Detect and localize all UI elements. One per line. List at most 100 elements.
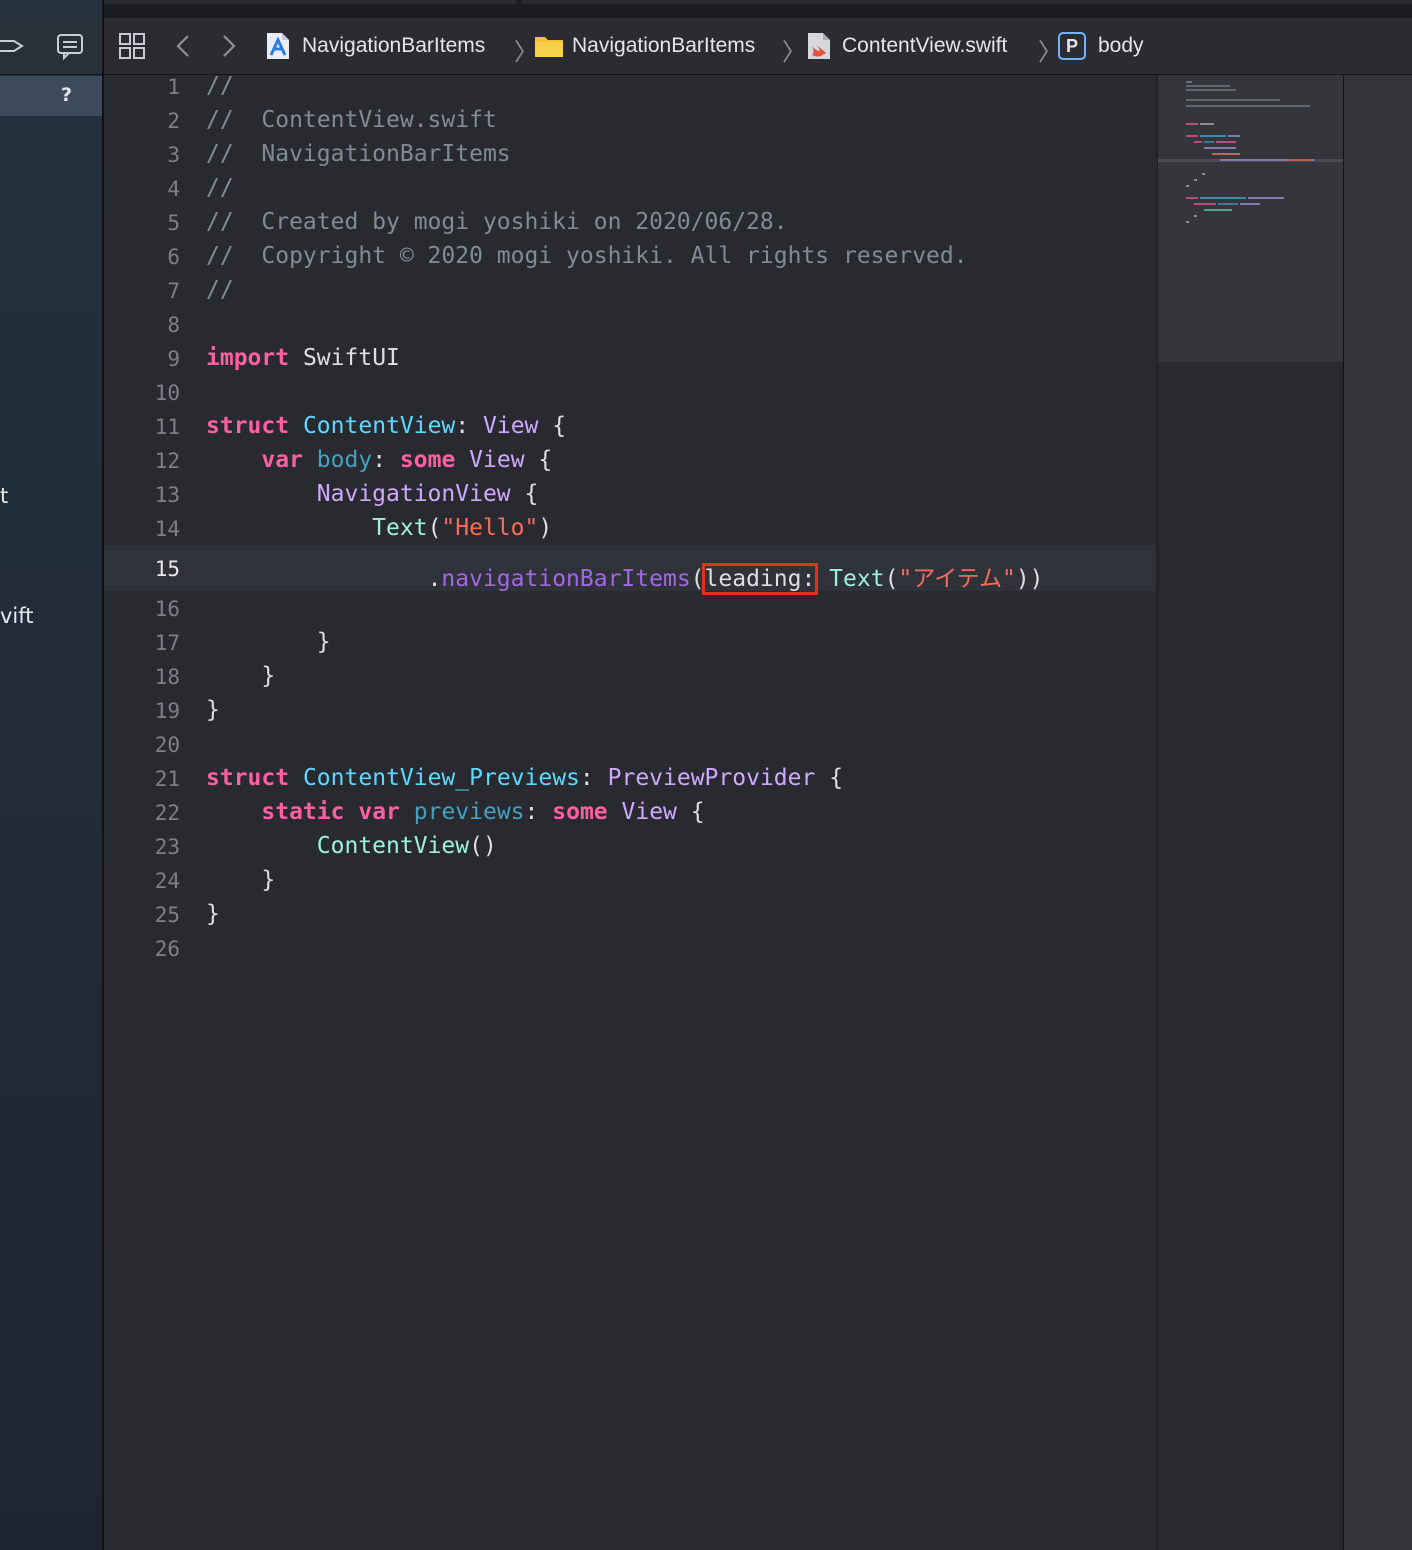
- code-line[interactable]: struct ContentView_Previews: PreviewProv…: [206, 765, 843, 791]
- keyword: static: [261, 799, 345, 825]
- inspector-edge[interactable]: [1343, 75, 1412, 1550]
- comment: //: [206, 175, 234, 201]
- issue-comment-icon[interactable]: [56, 32, 84, 60]
- code-line[interactable]: Text("Hello"): [206, 515, 552, 541]
- method-name: navigationBarItems: [441, 566, 691, 592]
- keyword: import: [206, 345, 290, 371]
- minimap-line: [1204, 141, 1214, 143]
- code-line[interactable]: ContentView(): [206, 833, 497, 859]
- minimap-line: [1218, 203, 1238, 205]
- jump-bar: NavigationBarItems 〉 NavigationBarItems …: [104, 18, 1412, 75]
- breadcrumb-symbol[interactable]: P body: [1058, 18, 1144, 74]
- type-name: ContentView: [316, 833, 470, 859]
- keyword: struct: [206, 413, 290, 439]
- punctuation: (: [690, 566, 705, 592]
- code-line[interactable]: // ContentView.swift: [206, 107, 497, 133]
- punctuation: (): [469, 833, 497, 859]
- code-line[interactable]: import SwiftUI: [206, 345, 400, 371]
- comment: //: [206, 277, 234, 303]
- type-name: Text: [829, 566, 885, 592]
- code-line[interactable]: // Created by mogi yoshiki on 2020/06/28…: [206, 209, 788, 235]
- breadcrumb-file[interactable]: ContentView.swift: [806, 18, 1007, 74]
- breadcrumb-project[interactable]: NavigationBarItems: [264, 18, 485, 74]
- code-line[interactable]: //: [206, 175, 234, 201]
- type-name: View: [483, 413, 539, 439]
- punctuation: (: [427, 515, 442, 541]
- highlighted-argument-label: leading:: [701, 563, 819, 595]
- forward-chevron-icon[interactable]: [220, 33, 238, 59]
- breadcrumb-folder[interactable]: NavigationBarItems: [534, 18, 755, 74]
- minimap-line: [1216, 141, 1236, 143]
- punctuation: {: [552, 413, 567, 439]
- minimap-line: [1228, 135, 1240, 137]
- type-name: View: [621, 799, 677, 825]
- code-line[interactable]: }: [206, 901, 220, 927]
- sidebar-selected-row[interactable]: ?: [0, 76, 102, 116]
- code-line[interactable]: var body: some View {: [206, 447, 552, 473]
- code-line[interactable]: struct ContentView: View {: [206, 413, 566, 439]
- line-number: 2: [167, 109, 180, 133]
- minimap-line: [1186, 85, 1230, 87]
- punctuation: }: [261, 867, 276, 893]
- navigator-toolbar: [0, 18, 102, 75]
- code-line[interactable]: //: [206, 277, 234, 303]
- punctuation: }: [206, 901, 220, 927]
- line-number: 18: [154, 665, 180, 689]
- minimap-line: [1186, 185, 1189, 187]
- code-line[interactable]: }: [206, 663, 275, 689]
- code-line-current[interactable]: .navigationBarItems(leading: Text("アイテム"…: [206, 559, 1044, 595]
- type-name: NavigationView: [316, 481, 511, 507]
- module-name: SwiftUI: [302, 345, 400, 371]
- minimap-visible-region[interactable]: [1158, 75, 1343, 362]
- line-number: 8: [167, 313, 180, 337]
- code-line[interactable]: }: [206, 697, 220, 723]
- punctuation: ): [538, 515, 553, 541]
- line-number: 16: [154, 597, 180, 621]
- comment: // ContentView.swift: [206, 107, 497, 133]
- punctuation: :: [524, 799, 539, 825]
- source-editor[interactable]: 1 2 3 4 5 6 7 8 9 10 11 12 13 14 15 16 1…: [104, 73, 1156, 1550]
- minimap-line: [1194, 215, 1197, 217]
- code-line[interactable]: }: [206, 629, 331, 655]
- source-control-icon[interactable]: [0, 34, 26, 58]
- minimap[interactable]: [1157, 75, 1343, 1550]
- sidebar-item-fragment[interactable]: t: [0, 484, 8, 508]
- minimap-line: [1194, 179, 1197, 181]
- punctuation: :: [372, 447, 387, 473]
- code-line[interactable]: // NavigationBarItems: [206, 141, 511, 167]
- code-line[interactable]: static var previews: some View {: [206, 799, 705, 825]
- line-number: 20: [154, 733, 180, 757]
- punctuation: {: [829, 765, 844, 791]
- type-name: Text: [372, 515, 428, 541]
- punctuation: }: [206, 697, 220, 723]
- navigator-sidebar: ? t vift: [0, 0, 102, 1550]
- code-line[interactable]: // Copyright © 2020 mogi yoshiki. All ri…: [206, 243, 968, 269]
- punctuation: {: [690, 799, 705, 825]
- breadcrumb-separator: 〉: [782, 38, 806, 66]
- sidebar-item-fragment[interactable]: vift: [0, 604, 34, 628]
- minimap-line: [1248, 197, 1284, 199]
- related-items-grid-icon[interactable]: [118, 32, 146, 60]
- code-line[interactable]: //: [206, 73, 234, 99]
- minimap-line: [1186, 123, 1198, 125]
- line-number: 25: [154, 903, 180, 927]
- keyword: some: [399, 447, 456, 473]
- code-line[interactable]: NavigationView {: [206, 481, 539, 507]
- comment: // Copyright © 2020 mogi yoshiki. All ri…: [206, 243, 968, 269]
- line-number: 14: [154, 517, 180, 541]
- line-number: 19: [154, 699, 180, 723]
- punctuation: (: [884, 566, 899, 592]
- minimap-line: [1186, 135, 1198, 137]
- help-badge: ?: [60, 84, 72, 106]
- line-number: 13: [154, 483, 180, 507]
- line-number: 21: [154, 767, 180, 791]
- line-number: 10: [154, 381, 180, 405]
- minimap-line: [1212, 153, 1240, 155]
- line-number: 1: [167, 75, 180, 99]
- minimap-line: [1204, 147, 1236, 149]
- xcode-project-icon: [267, 33, 289, 59]
- minimap-line: [1202, 173, 1205, 175]
- line-number-current: 15: [154, 557, 180, 581]
- code-line[interactable]: }: [206, 867, 275, 893]
- back-chevron-icon[interactable]: [174, 33, 192, 59]
